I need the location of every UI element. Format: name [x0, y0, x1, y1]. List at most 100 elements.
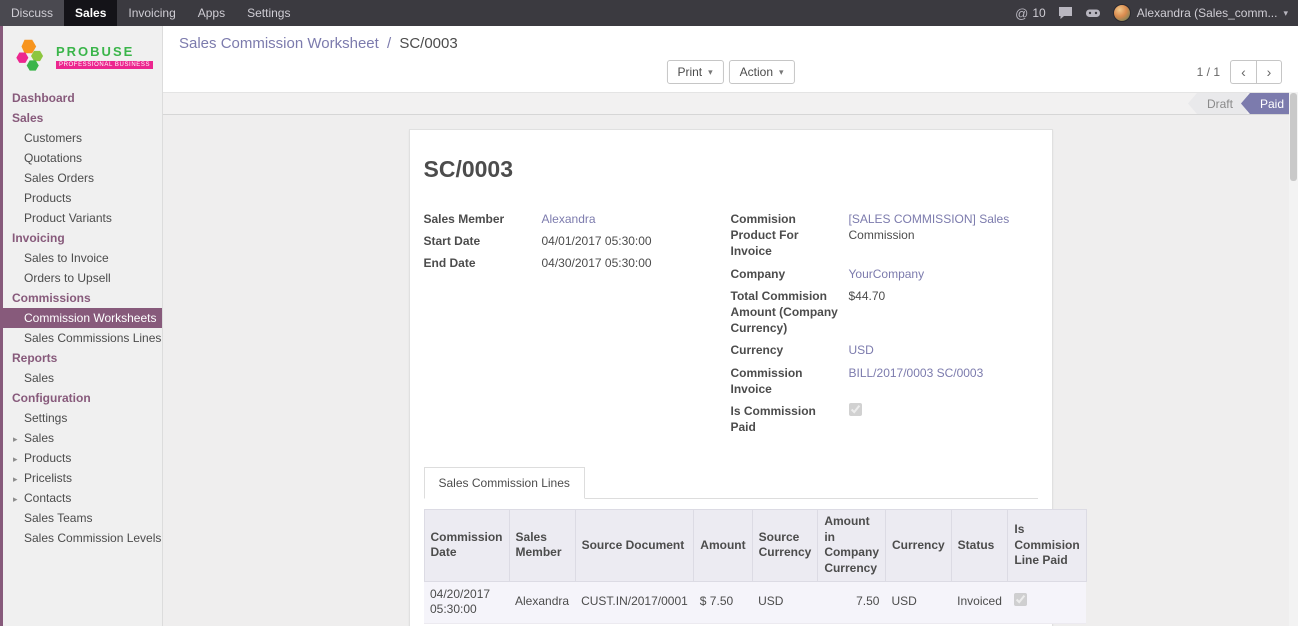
pager-text: 1 / 1 [1197, 65, 1220, 79]
topbar-right-cluster: @ 10 Alexandra (Sales_comm... ▾ [1015, 0, 1298, 26]
sidebar-item-product-variants[interactable]: Product Variants [3, 208, 162, 228]
sidebar-heading-dashboard[interactable]: Dashboard [3, 88, 162, 108]
sidebar-heading-sales[interactable]: Sales [3, 108, 162, 128]
field-label: Sales Member [424, 211, 542, 227]
messages-icon[interactable] [1058, 6, 1073, 20]
commission-lines-table: Commission Date Sales Member Source Docu… [424, 509, 1087, 626]
field-label: Commission Invoice [731, 365, 849, 397]
breadcrumb-current: SC/0003 [399, 35, 457, 52]
company-link[interactable]: YourCompany [849, 267, 925, 281]
sidebar-heading-commissions[interactable]: Commissions [3, 288, 162, 308]
field-label: Total Commision Amount (Company Currency… [731, 288, 849, 337]
field-commission-invoice: Commission Invoice BILL/2017/0003 SC/000… [731, 365, 1030, 397]
sidebar-item-products[interactable]: Products [3, 188, 162, 208]
notebook-tabs: Sales Commission Lines [424, 467, 1038, 499]
commission-line-row[interactable]: 04/20/2017 05:30:00 Alexandra CUST.IN/20… [424, 581, 1086, 623]
sales-member-link[interactable]: Alexandra [542, 212, 596, 226]
print-button[interactable]: Print ▾ [666, 60, 723, 84]
field-total-commission-amount: Total Commision Amount (Company Currency… [731, 288, 1030, 337]
currency-link[interactable]: USD [849, 343, 874, 357]
cell-source-currency: USD [752, 581, 818, 623]
col-amount-company-currency[interactable]: Amount in Company Currency [818, 510, 886, 581]
end-date-value: 04/30/2017 05:30:00 [542, 255, 723, 271]
sidebar-item-label: Sales [24, 431, 54, 445]
action-button[interactable]: Action ▾ [729, 60, 795, 84]
pager: 1 / 1 ‹ › [1197, 60, 1282, 84]
col-amount[interactable]: Amount [694, 510, 752, 581]
user-name: Alexandra (Sales_comm... [1137, 6, 1278, 20]
field-label: Currency [731, 342, 849, 358]
col-commission-date[interactable]: Commission Date [424, 510, 509, 581]
sidebar-item-contacts[interactable]: ▸Contacts [3, 488, 162, 508]
planner-icon[interactable] [1085, 7, 1101, 19]
breadcrumb-parent-link[interactable]: Sales Commission Worksheet [179, 35, 379, 52]
caret-down-icon: ▾ [708, 67, 713, 78]
breadcrumb-separator: / [387, 35, 391, 52]
accent-strip [0, 26, 3, 626]
cell-source-document: CUST.IN/2017/0001 [575, 581, 694, 623]
col-status[interactable]: Status [951, 510, 1008, 581]
sidebar-item-commission-worksheets[interactable]: Commission Worksheets [3, 308, 162, 328]
control-panel: Sales Commission Worksheet / SC/0003 Pri… [163, 26, 1298, 92]
field-sales-member: Sales Member Alexandra [424, 211, 723, 227]
col-sales-member[interactable]: Sales Member [509, 510, 575, 581]
cell-currency: USD [885, 581, 951, 623]
field-is-commission-paid: Is Commission Paid [731, 403, 1030, 435]
start-date-value: 04/01/2017 05:30:00 [542, 233, 723, 249]
vertical-scrollbar[interactable] [1289, 92, 1298, 626]
col-source-document[interactable]: Source Document [575, 510, 694, 581]
field-currency: Currency USD [731, 342, 1030, 358]
fields-left-column: Sales Member Alexandra Start Date 04/01/… [424, 211, 731, 441]
col-currency[interactable]: Currency [885, 510, 951, 581]
commission-product-link[interactable]: [SALES COMMISSION] Sales [849, 212, 1010, 226]
logo-tagline: PROFESSIONAL BUSINESS [56, 61, 153, 69]
commission-product-rest: Commission [849, 228, 915, 242]
nav-discuss[interactable]: Discuss [0, 0, 64, 26]
sidebar-item-settings[interactable]: Settings [3, 408, 162, 428]
sidebar-item-orders-to-upsell[interactable]: Orders to Upsell [3, 268, 162, 288]
sidebar-item-sales-commissions-lines[interactable]: Sales Commissions Lines [3, 328, 162, 348]
print-button-label: Print [677, 65, 702, 79]
pager-previous-button[interactable]: ‹ [1230, 60, 1256, 84]
top-navbar: Discuss Sales Invoicing Apps Settings @ … [0, 0, 1298, 26]
nav-invoicing[interactable]: Invoicing [117, 0, 186, 26]
pager-next-button[interactable]: › [1256, 60, 1282, 84]
sidebar-item-config-products[interactable]: ▸Products [3, 448, 162, 468]
line-paid-checkbox[interactable] [1014, 593, 1027, 606]
sidebar-item-quotations[interactable]: Quotations [3, 148, 162, 168]
nav-sales[interactable]: Sales [64, 0, 117, 26]
col-source-currency[interactable]: Source Currency [752, 510, 818, 581]
sidebar-item-reports-sales[interactable]: Sales [3, 368, 162, 388]
sidebar-heading-configuration[interactable]: Configuration [3, 388, 162, 408]
field-label: End Date [424, 255, 542, 271]
sidebar-item-sales-orders[interactable]: Sales Orders [3, 168, 162, 188]
scrollbar-thumb[interactable] [1290, 93, 1297, 181]
caret-down-icon: ▾ [779, 67, 784, 78]
nav-settings[interactable]: Settings [236, 0, 301, 26]
field-start-date: Start Date 04/01/2017 05:30:00 [424, 233, 723, 249]
tab-sales-commission-lines[interactable]: Sales Commission Lines [424, 467, 585, 499]
control-panel-buttons-row: Print ▾ Action ▾ 1 / 1 ‹ › [179, 59, 1282, 85]
cell-commission-date: 04/20/2017 05:30:00 [424, 581, 509, 623]
statusbar-state-draft[interactable]: Draft [1188, 93, 1247, 114]
sidebar-item-sales-commission-levels[interactable]: Sales Commission Levels [3, 528, 162, 548]
field-commission-product: Commision Product For Invoice [SALES COM… [731, 211, 1030, 260]
mentions-counter[interactable]: @ 10 [1015, 6, 1046, 21]
sidebar-item-config-sales[interactable]: ▸Sales [3, 428, 162, 448]
is-commission-paid-checkbox[interactable] [849, 403, 862, 416]
sidebar-item-pricelists[interactable]: ▸Pricelists [3, 468, 162, 488]
expand-arrow-icon: ▸ [13, 434, 21, 445]
sidebar-heading-reports[interactable]: Reports [3, 348, 162, 368]
form-sheet: SC/0003 Sales Member Alexandra Start Dat… [409, 129, 1053, 626]
field-company: Company YourCompany [731, 266, 1030, 282]
nav-apps[interactable]: Apps [187, 0, 236, 26]
col-is-commission-line-paid[interactable]: Is Commision Line Paid [1008, 510, 1086, 581]
sidebar-item-sales-teams[interactable]: Sales Teams [3, 508, 162, 528]
sidebar-item-customers[interactable]: Customers [3, 128, 162, 148]
sidebar-item-sales-to-invoice[interactable]: Sales to Invoice [3, 248, 162, 268]
commission-invoice-link[interactable]: BILL/2017/0003 SC/0003 [849, 366, 984, 380]
expand-arrow-icon: ▸ [13, 494, 21, 505]
probuse-logo-icon [12, 36, 50, 76]
sidebar-heading-invoicing[interactable]: Invoicing [3, 228, 162, 248]
user-menu[interactable]: Alexandra (Sales_comm... ▾ [1113, 4, 1288, 22]
